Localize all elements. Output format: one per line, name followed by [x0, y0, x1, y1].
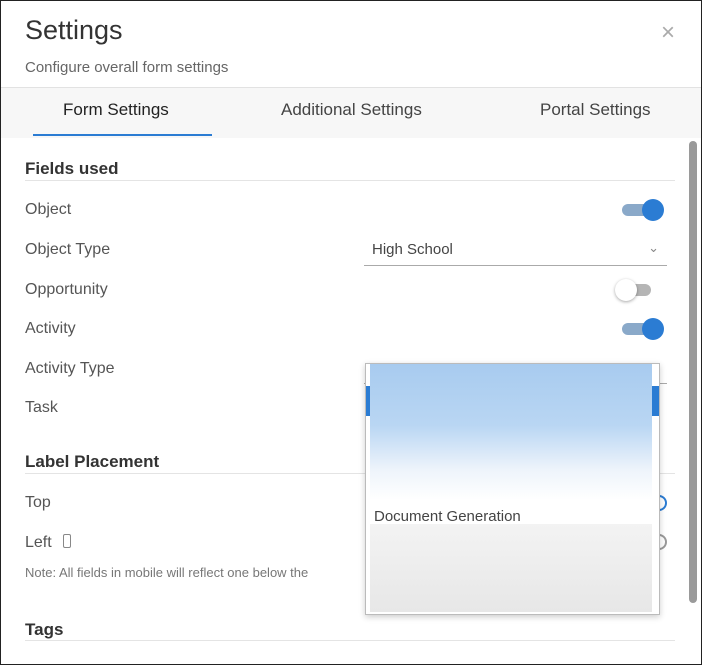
chevron-down-icon: ⌄ — [648, 240, 659, 255]
scrollbar[interactable] — [689, 141, 697, 603]
activity-type-dropdown: Document Generation — [365, 363, 660, 615]
section-title-label-placement: Label Placement — [25, 452, 160, 471]
object-type-label: Object Type — [25, 241, 111, 258]
tab-bar: Form Settings Additional Settings Portal… — [1, 88, 701, 138]
activity-toggle[interactable] — [620, 318, 664, 340]
opportunity-toggle[interactable] — [615, 279, 659, 301]
section-title-tags: Tags — [25, 620, 64, 639]
mobile-note: Note: All fields in mobile will reflect … — [25, 565, 309, 580]
active-tab-indicator — [33, 134, 212, 136]
object-toggle[interactable] — [620, 199, 664, 221]
settings-dialog: Settings Configure overall form settings… — [0, 0, 702, 665]
object-type-select[interactable]: High School ⌄ — [364, 237, 667, 266]
tab-additional-settings[interactable]: Additional Settings — [281, 100, 422, 120]
dialog-subtitle: Configure overall form settings — [25, 59, 229, 76]
task-label: Task — [25, 399, 58, 416]
blurred-region — [370, 364, 652, 500]
close-icon[interactable]: × — [661, 19, 675, 47]
top-label: Top — [25, 494, 51, 511]
dropdown-option-document-generation[interactable]: Document Generation — [374, 508, 521, 525]
object-type-value: High School — [372, 241, 453, 258]
divider — [25, 180, 675, 181]
dialog-header: Settings Configure overall form settings… — [1, 1, 701, 88]
dialog-title: Settings — [25, 15, 123, 45]
divider — [25, 640, 675, 641]
section-title-fields-used: Fields used — [25, 159, 119, 178]
tab-portal-settings[interactable]: Portal Settings — [540, 100, 651, 120]
activity-type-label: Activity Type — [25, 360, 115, 377]
activity-label: Activity — [25, 320, 76, 337]
opportunity-label: Opportunity — [25, 281, 108, 298]
mobile-phone-icon — [63, 534, 71, 548]
object-label: Object — [25, 201, 72, 218]
tab-form-settings[interactable]: Form Settings — [63, 100, 169, 120]
blurred-region — [370, 524, 652, 612]
left-label: Left — [25, 534, 52, 551]
